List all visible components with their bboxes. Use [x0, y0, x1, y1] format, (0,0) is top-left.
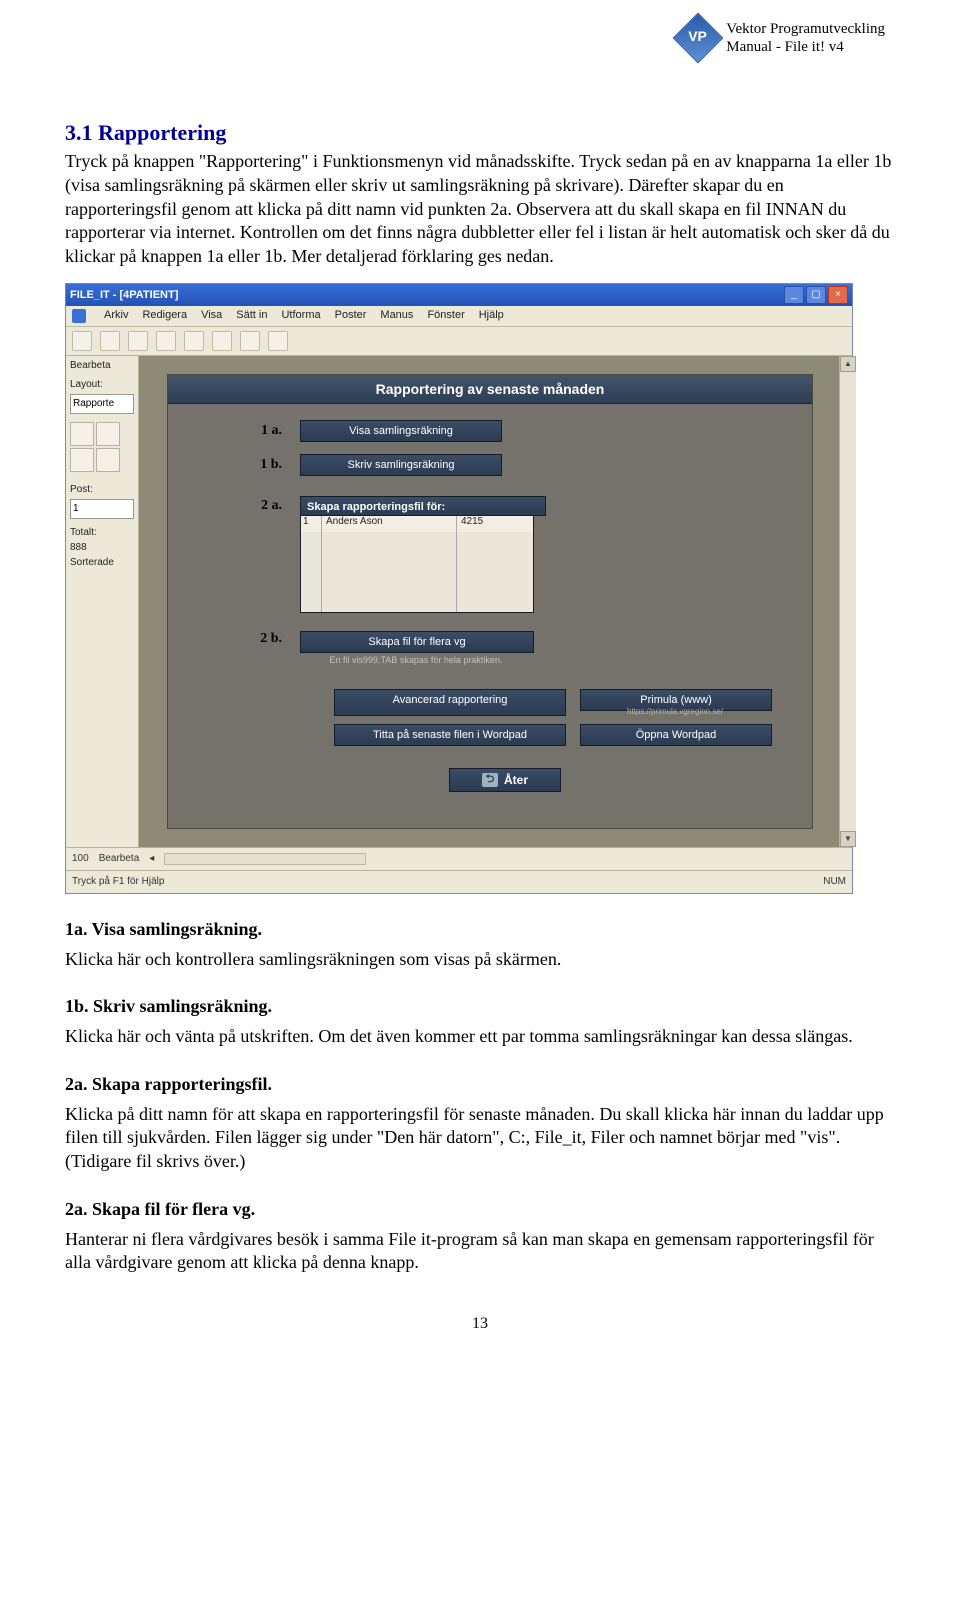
sidebar-bearbeta[interactable]: Bearbeta	[70, 360, 134, 371]
toolbar-btn[interactable]	[72, 331, 92, 351]
tool-icon[interactable]	[70, 422, 94, 446]
hscroll-left-icon[interactable]: ◂	[149, 853, 154, 864]
subhead-2b: 2a. Skapa fil för flera vg.	[65, 1199, 255, 1219]
header-company: Vektor Programutveckling	[726, 20, 885, 38]
toolbar-btn[interactable]	[100, 331, 120, 351]
oppna-wordpad-button[interactable]: Öppna Wordpad	[580, 724, 772, 746]
ater-button[interactable]: ⮌ Åter	[449, 768, 561, 792]
statusbar-help: Tryck på F1 för Hjälp	[72, 876, 164, 887]
vardgivare-list: 1 Anders Ason 4215	[300, 516, 534, 613]
list-item[interactable]	[301, 596, 533, 612]
scroll-up-icon[interactable]: ▲	[840, 356, 856, 372]
subhead-2a: 2a. Skapa rapporteringsfil.	[65, 1074, 272, 1094]
subhead-1b: 1b. Skriv samlingsräkning.	[65, 996, 272, 1016]
tool-icon[interactable]	[70, 448, 94, 472]
scroll-down-icon[interactable]: ▼	[840, 831, 856, 847]
post-label: Post:	[70, 484, 134, 495]
app-screenshot: FILE_IT - [4PATIENT] _ ▢ × Arkiv Rediger…	[65, 283, 853, 894]
subhead-1a: 1a. Visa samlingsräkning.	[65, 919, 262, 939]
list-item[interactable]	[301, 532, 533, 548]
list-no: 1	[301, 516, 322, 532]
totalt-label: Totalt:	[70, 527, 134, 538]
ater-label: Åter	[504, 773, 528, 787]
app-icon	[72, 309, 86, 323]
menu-redigera[interactable]: Redigera	[142, 309, 187, 323]
menu-visa[interactable]: Visa	[201, 309, 222, 323]
body-1b: Klicka här och vänta på utskriften. Om d…	[65, 1025, 895, 1049]
list-item[interactable]	[301, 548, 533, 564]
menu-arkiv[interactable]: Arkiv	[104, 309, 128, 323]
layout-label: Layout:	[70, 379, 134, 390]
report-panel: Rapportering av senaste månaden 1 a. Vis…	[167, 374, 813, 829]
list-name: Anders Ason	[322, 516, 457, 532]
statusbar-num: NUM	[823, 876, 846, 887]
tool-icon[interactable]	[96, 422, 120, 446]
skapa-fil-header: Skapa rapporteringsfil för:	[300, 496, 546, 516]
vp-logo-icon: VP	[673, 13, 724, 64]
menu-hjalp[interactable]: Hjälp	[479, 309, 504, 323]
post-input[interactable]	[70, 499, 134, 519]
list-code: 4215	[457, 516, 533, 532]
sidebar: Bearbeta Layout: Post: Totalt: 888 Sorte…	[66, 356, 139, 847]
menu-poster[interactable]: Poster	[335, 309, 367, 323]
window-title: FILE_IT - [4PATIENT]	[70, 289, 178, 301]
window-titlebar: FILE_IT - [4PATIENT] _ ▢ ×	[66, 284, 852, 306]
header-manual: Manual - File it! v4	[726, 38, 885, 56]
body-2b: Hanterar ni flera vårdgivares besök i sa…	[65, 1228, 895, 1276]
layout-select[interactable]	[70, 394, 134, 414]
minimize-icon[interactable]: _	[784, 286, 804, 304]
row-1a-label: 1 a.	[238, 423, 282, 439]
body-2a: Klicka på ditt namn för att skapa en rap…	[65, 1103, 895, 1174]
row-2a-label: 2 a.	[238, 498, 282, 514]
manual-header: VP Vektor Programutveckling Manual - Fil…	[680, 20, 885, 56]
toolbar-btn[interactable]	[128, 331, 148, 351]
vertical-scrollbar[interactable]: ▲ ▼	[839, 356, 856, 847]
menu-fonster[interactable]: Fönster	[427, 309, 464, 323]
panel-title: Rapportering av senaste månaden	[168, 375, 812, 404]
zoom-value[interactable]: 100	[72, 853, 89, 864]
toolbar-btn[interactable]	[156, 331, 176, 351]
statusbar-lower: Tryck på F1 för Hjälp NUM	[66, 870, 852, 893]
toolbar-btn[interactable]	[184, 331, 204, 351]
intro-paragraph: Tryck på knappen "Rapportering" i Funkti…	[65, 150, 895, 269]
list-item[interactable]	[301, 580, 533, 596]
maximize-icon[interactable]: ▢	[806, 286, 826, 304]
horizontal-scrollbar[interactable]	[164, 853, 366, 865]
skriv-samlingsrakning-button[interactable]: Skriv samlingsräkning	[300, 454, 502, 476]
totalt-value: 888	[70, 542, 134, 553]
back-arrow-icon: ⮌	[482, 773, 498, 787]
skapa-fil-flera-button[interactable]: Skapa fil för flera vg	[300, 631, 534, 653]
close-icon[interactable]: ×	[828, 286, 848, 304]
menu-bar: Arkiv Redigera Visa Sätt in Utforma Post…	[66, 306, 852, 327]
primula-url: https://primula.vgregion.se/	[580, 707, 770, 716]
toolbar-btn[interactable]	[240, 331, 260, 351]
sorterade-label: Sorterade	[70, 557, 134, 568]
hint-2b: En fil vis999.TAB skapas för hela prakti…	[300, 655, 532, 665]
statusbar-upper: 100 Bearbeta ◂	[66, 847, 852, 870]
menu-manus[interactable]: Manus	[380, 309, 413, 323]
list-item[interactable]	[301, 564, 533, 580]
avancerad-rapportering-button[interactable]: Avancerad rapportering	[334, 689, 566, 716]
menu-sattin[interactable]: Sätt in	[236, 309, 267, 323]
row-1b-label: 1 b.	[238, 457, 282, 473]
section-heading: 3.1 Rapportering	[65, 120, 895, 146]
visa-samlingsrakning-button[interactable]: Visa samlingsräkning	[300, 420, 502, 442]
page-number: 13	[65, 1315, 895, 1333]
mode-label: Bearbeta	[99, 853, 140, 864]
body-1a: Klicka här och kontrollera samlingsräkni…	[65, 948, 895, 972]
canvas: Rapportering av senaste månaden 1 a. Vis…	[139, 356, 839, 847]
menu-utforma[interactable]: Utforma	[281, 309, 320, 323]
toolbar-btn[interactable]	[212, 331, 232, 351]
toolbar-btn[interactable]	[268, 331, 288, 351]
list-item[interactable]: 1 Anders Ason 4215	[301, 516, 533, 532]
row-2b-label: 2 b.	[238, 631, 282, 647]
tool-icon[interactable]	[96, 448, 120, 472]
titta-senaste-filen-button[interactable]: Titta på senaste filen i Wordpad	[334, 724, 566, 746]
toolbar	[66, 327, 852, 356]
